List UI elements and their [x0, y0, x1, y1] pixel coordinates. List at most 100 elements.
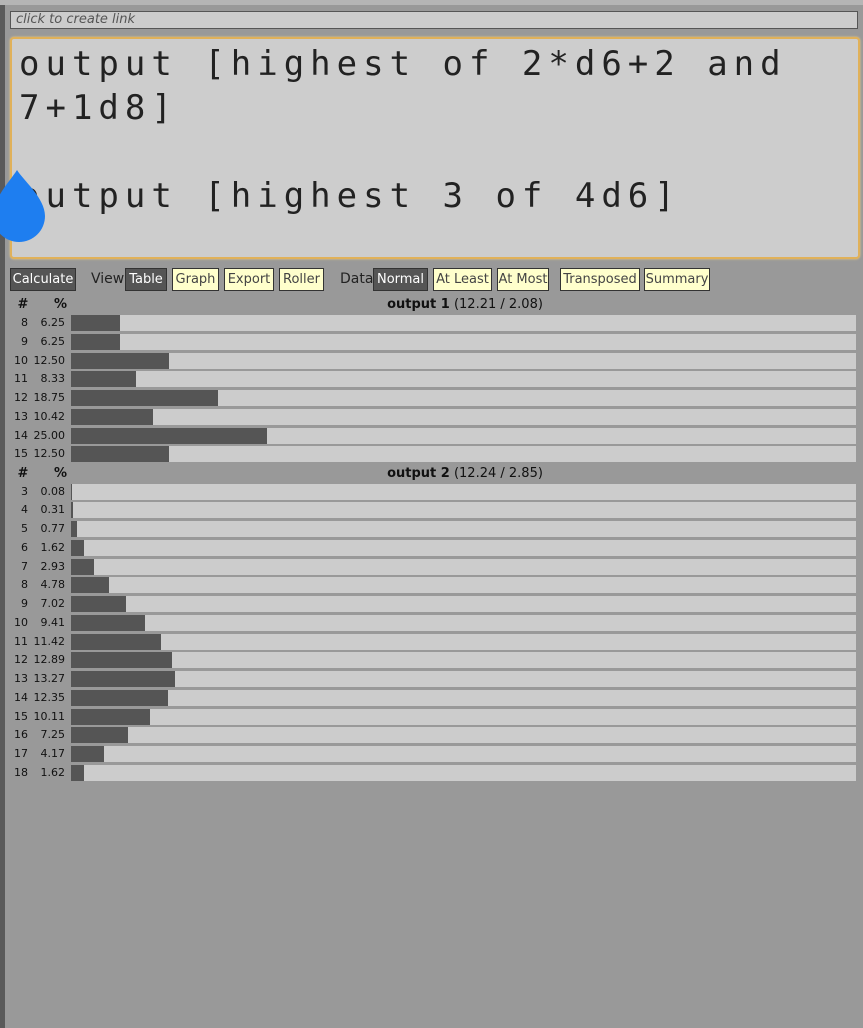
probability-bar [71, 483, 72, 500]
output-header: #% output 1 (12.21 / 2.08) [0, 296, 863, 314]
table-row: 10 12.50 [0, 352, 863, 369]
probability-bar [71, 746, 104, 762]
bar-track [71, 521, 856, 537]
row-number: 15 [14, 709, 28, 723]
row-number: 9 [21, 597, 28, 610]
row-number: 10 [14, 353, 28, 367]
bar-track [71, 671, 856, 687]
table-row: 15 10.11 [0, 708, 863, 725]
probability-bar [71, 446, 170, 463]
table-row: 7 2.93 [0, 558, 863, 575]
row-number: 17 [14, 747, 28, 760]
row-percent: 10.11 [33, 709, 66, 723]
row-percent: 2.93 [40, 559, 66, 573]
row-number: 18 [14, 765, 28, 779]
bar-track [71, 764, 856, 781]
table-row: 13 10.42 [0, 408, 863, 425]
table-row: 11 11.42 [0, 633, 863, 650]
row-number: 15 [14, 447, 28, 461]
row-percent: 1.62 [40, 540, 66, 554]
view-tab-graph[interactable]: Graph [172, 268, 219, 291]
row-number: 14 [14, 428, 28, 442]
probability-bar [71, 727, 128, 744]
table-row: 11 8.33 [0, 371, 863, 388]
row-percent: 4.17 [40, 747, 66, 760]
view-tab-roller[interactable]: Roller [279, 268, 324, 291]
row-number: 12 [14, 653, 28, 667]
table-row: 17 4.17 [0, 746, 863, 762]
probability-bar [71, 558, 94, 575]
probability-bar [71, 371, 137, 388]
data-tab-at-most[interactable]: At Most [497, 268, 549, 291]
data-tab-normal[interactable]: Normal [373, 268, 428, 291]
bar-track [71, 390, 856, 406]
bar-track [71, 446, 856, 463]
bar-track [71, 558, 856, 575]
row-percent: 0.77 [40, 522, 66, 535]
bar-track [71, 333, 856, 350]
table-row: 8 4.78 [0, 577, 863, 594]
bar-track [71, 689, 856, 706]
row-number: 16 [14, 728, 28, 742]
data-tab-transposed[interactable]: Transposed [560, 268, 640, 291]
output-header: #% output 2 (12.24 / 2.85) [0, 465, 863, 483]
row-percent: 1.62 [40, 765, 66, 779]
table-row: 4 0.31 [0, 502, 863, 519]
create-link-bar[interactable]: click to create link [10, 11, 858, 29]
row-percent: 0.08 [40, 484, 66, 498]
probability-bar [71, 502, 74, 519]
view-tab-table[interactable]: Table [125, 268, 167, 291]
view-label: View [91, 271, 125, 287]
row-number: 7 [21, 559, 28, 573]
calculate-button[interactable]: Calculate [10, 268, 76, 291]
row-percent: 4.78 [40, 578, 66, 592]
bar-track [71, 408, 856, 425]
row-percent: 6.25 [40, 334, 66, 348]
bar-track [71, 352, 856, 369]
row-number: 11 [14, 372, 28, 386]
row-number: 13 [14, 409, 28, 423]
output-title: output 1 (12.21 / 2.08) [72, 296, 858, 314]
table-row: 9 7.02 [0, 596, 863, 612]
row-percent: 12.50 [33, 447, 66, 461]
window-top-edge [0, 0, 863, 5]
probability-bar [71, 539, 84, 556]
row-percent: 12.50 [33, 353, 66, 367]
table-row: 10 9.41 [0, 614, 863, 631]
table-row: 8 6.25 [0, 315, 863, 331]
table-row: 5 0.77 [0, 521, 863, 537]
text-selection-handle[interactable] [0, 170, 45, 242]
row-number: 9 [21, 334, 28, 348]
probability-bar [71, 390, 219, 406]
percent-column-header: % [53, 297, 67, 312]
row-percent: 7.25 [40, 728, 66, 742]
bar-track [71, 577, 856, 594]
bar-track [71, 596, 856, 612]
probability-bar [71, 633, 161, 650]
table-row: 14 25.00 [0, 427, 863, 444]
probability-bar [71, 689, 168, 706]
probability-bar [71, 315, 121, 331]
bar-track [71, 483, 856, 500]
data-tab-at-least[interactable]: At Least [433, 268, 492, 291]
row-number: 8 [21, 316, 28, 329]
data-tab-summary[interactable]: Summary [644, 268, 710, 291]
bar-track [71, 539, 856, 556]
probability-bar [71, 577, 109, 594]
code-editor[interactable]: output [highest of 2*d6+2 and 7+1d8] out… [10, 37, 860, 259]
probability-bar [71, 427, 268, 444]
view-tab-export[interactable]: Export [224, 268, 274, 291]
table-row: 13 13.27 [0, 671, 863, 687]
row-percent: 12.35 [33, 690, 66, 704]
row-number: 11 [14, 634, 28, 648]
bar-track [71, 427, 856, 444]
probability-bar [71, 652, 173, 669]
row-percent: 10.42 [33, 409, 66, 423]
bar-track [71, 746, 856, 762]
number-column-header: # [17, 465, 29, 481]
probability-bar [71, 708, 151, 725]
row-number: 4 [21, 503, 28, 517]
row-number: 5 [21, 522, 28, 535]
bar-track [71, 371, 856, 388]
table-row: 3 0.08 [0, 483, 863, 500]
